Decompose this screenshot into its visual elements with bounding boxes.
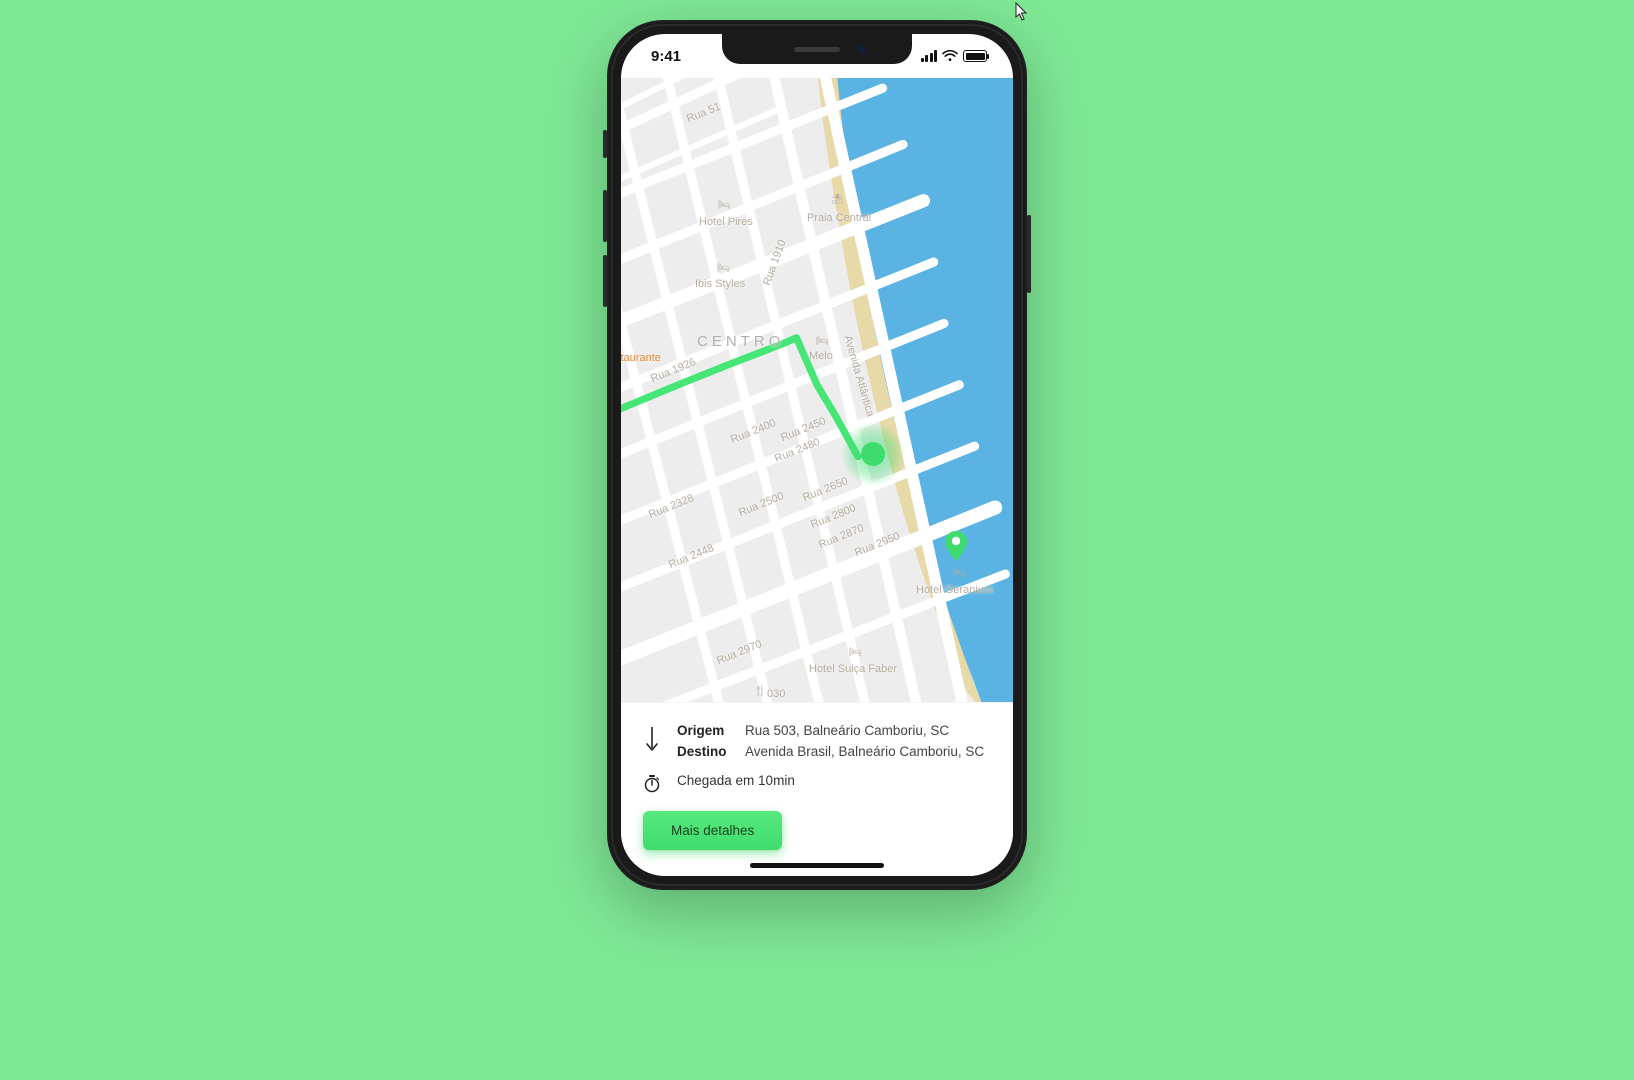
phone-screen: 9:41 [621, 34, 1013, 876]
map-basemap [621, 78, 1013, 702]
speaker-grille [794, 47, 840, 52]
battery-icon [963, 50, 987, 62]
home-indicator[interactable] [750, 863, 884, 868]
wifi-icon [942, 50, 958, 62]
phone-device-frame: 9:41 [607, 20, 1027, 890]
mute-switch [603, 130, 607, 158]
origin-value: Rua 503, Balneário Camboriu, SC [745, 723, 984, 738]
origin-destination-row: Origem Rua 503, Balneário Camboriu, SC D… [643, 723, 991, 759]
phone-notch [722, 34, 912, 64]
more-details-button[interactable]: Mais detalhes [643, 811, 782, 850]
status-time: 9:41 [651, 48, 681, 65]
arrow-down-icon [643, 723, 661, 753]
trip-info-card: Origem Rua 503, Balneário Camboriu, SC D… [621, 702, 1013, 876]
mouse-cursor [1015, 2, 1029, 27]
stopwatch-icon [643, 773, 661, 793]
front-camera [858, 45, 866, 53]
power-button [1027, 215, 1031, 293]
destination-label: Destino [677, 744, 735, 759]
cellular-signal-icon [921, 50, 938, 62]
eta-row: Chegada em 10min [643, 773, 991, 793]
eta-text: Chegada em 10min [677, 773, 795, 788]
volume-up-button [603, 190, 607, 242]
origin-label: Origem [677, 723, 735, 738]
status-right-icons [921, 50, 988, 62]
volume-down-button [603, 255, 607, 307]
destination-value: Avenida Brasil, Balneário Camboriu, SC [745, 744, 984, 759]
map-view[interactable]: Rua 51 Hotel Pires 🛏 Praia Central ⛱ Ibi… [621, 78, 1013, 702]
